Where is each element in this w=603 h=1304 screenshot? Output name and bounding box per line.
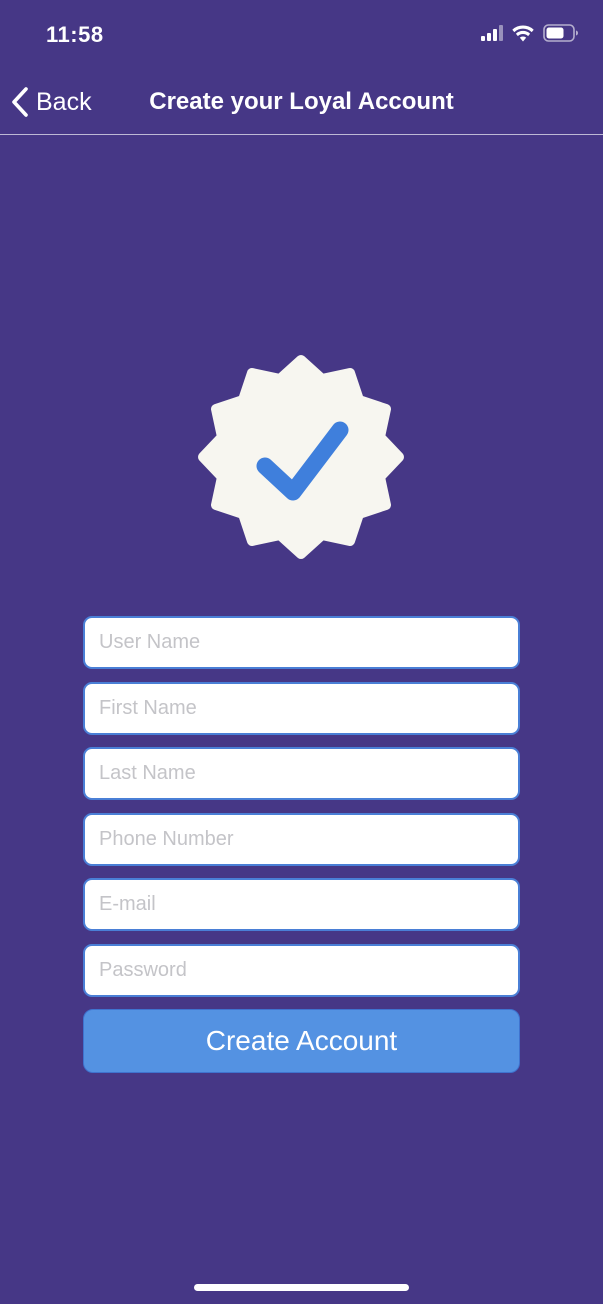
username-field[interactable] <box>83 616 520 669</box>
page-title: Create your Loyal Account <box>149 88 454 115</box>
create-account-button[interactable]: Create Account <box>83 1009 520 1073</box>
status-icons <box>481 24 579 42</box>
status-time: 11:58 <box>46 22 104 47</box>
create-account-form: Create Account <box>83 616 520 1073</box>
battery-icon <box>543 24 578 42</box>
navigation-bar: Back Create your Loyal Account <box>0 72 603 135</box>
last-name-field[interactable] <box>83 747 520 800</box>
first-name-field[interactable] <box>83 681 520 735</box>
home-indicator[interactable] <box>194 1284 409 1291</box>
cellular-signal-icon <box>481 25 503 41</box>
password-field[interactable] <box>83 943 520 997</box>
wifi-icon <box>512 24 534 41</box>
phone-number-field[interactable] <box>83 812 520 866</box>
verified-badge-icon <box>198 355 404 559</box>
status-bar: 11:58 <box>0 0 603 72</box>
badge-shape <box>198 355 404 559</box>
email-field[interactable] <box>83 878 520 931</box>
